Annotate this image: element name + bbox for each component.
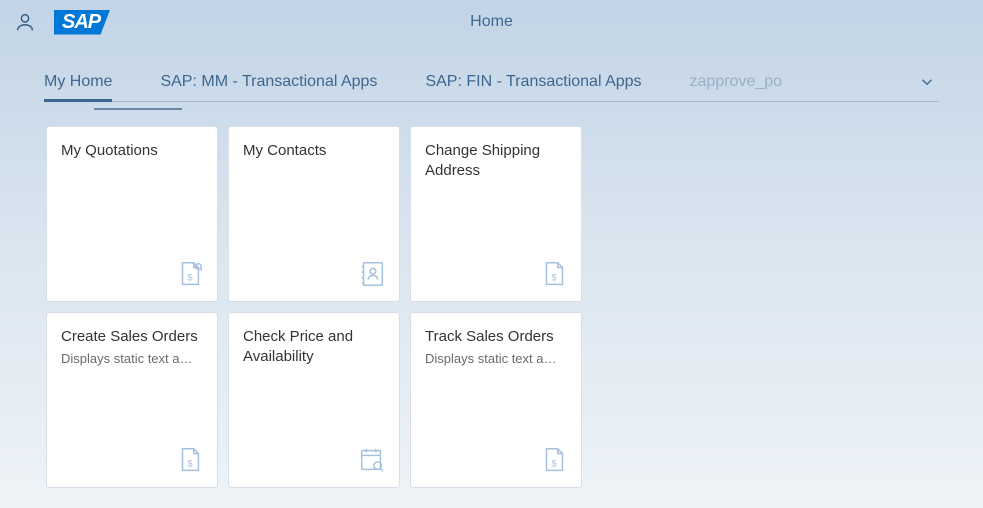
tile-check-price-availability[interactable]: Check Price and Availability <box>228 312 400 488</box>
tab-mm-apps[interactable]: SAP: MM - Transactional Apps <box>160 73 377 101</box>
tile-container: My Quotations $ My Contacts Change Shipp… <box>0 110 760 488</box>
svg-text:$: $ <box>187 273 193 283</box>
money-doc-search-icon: $ <box>175 259 205 289</box>
tile-my-contacts[interactable]: My Contacts <box>228 126 400 302</box>
money-doc-icon: $ <box>175 445 205 475</box>
calendar-search-icon <box>357 445 387 475</box>
group-header-underline <box>94 108 182 110</box>
chevron-down-icon <box>918 73 936 91</box>
page-title: Home <box>470 13 513 31</box>
money-doc-icon: $ <box>539 259 569 289</box>
sap-logo: SAP <box>54 10 110 35</box>
tile-title: My Contacts <box>243 141 385 161</box>
shell-header: SAP Home <box>0 0 983 44</box>
tile-subtitle: Displays static text a… <box>425 351 567 366</box>
tabbar: My Home SAP: MM - Transactional Apps SAP… <box>44 66 939 102</box>
tab-zapprove[interactable]: zapprove_po <box>690 73 783 101</box>
user-icon[interactable] <box>14 11 36 33</box>
tile-my-quotations[interactable]: My Quotations $ <box>46 126 218 302</box>
tile-title: My Quotations <box>61 141 203 161</box>
svg-text:$: $ <box>187 459 193 469</box>
tile-change-shipping-address[interactable]: Change Shipping Address $ <box>410 126 582 302</box>
tile-title: Change Shipping Address <box>425 141 567 182</box>
contact-book-icon <box>357 259 387 289</box>
tab-my-home[interactable]: My Home <box>44 73 112 101</box>
tab-fin-apps[interactable]: SAP: FIN - Transactional Apps <box>425 73 641 101</box>
tile-title: Create Sales Orders <box>61 327 203 347</box>
tab-overflow-button[interactable] <box>915 70 939 94</box>
svg-text:$: $ <box>551 273 557 283</box>
tile-title: Check Price and Availability <box>243 327 385 368</box>
tabbar-wrap: My Home SAP: MM - Transactional Apps SAP… <box>0 66 983 110</box>
money-doc-icon: $ <box>539 445 569 475</box>
tile-subtitle: Displays static text a… <box>61 351 203 366</box>
tile-track-sales-orders[interactable]: Track Sales Orders Displays static text … <box>410 312 582 488</box>
tile-create-sales-orders[interactable]: Create Sales Orders Displays static text… <box>46 312 218 488</box>
svg-text:$: $ <box>551 459 557 469</box>
tile-title: Track Sales Orders <box>425 327 567 347</box>
